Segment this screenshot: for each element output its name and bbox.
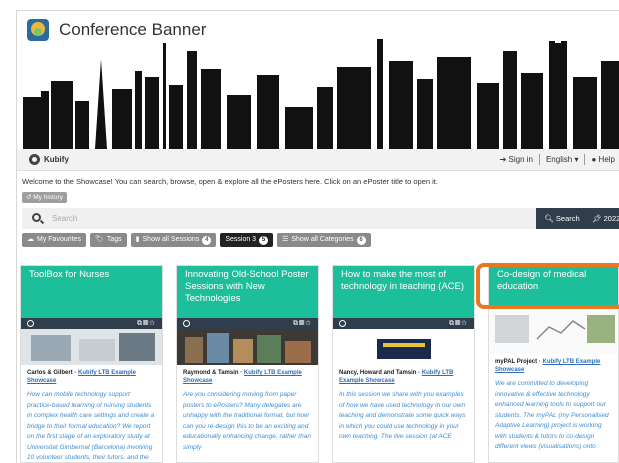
filter-bar: ☁ My Favourites 🏷︎ Tags ▮ Show all Sessions… bbox=[22, 233, 371, 247]
globe-icon[interactable] bbox=[27, 320, 34, 327]
conference-banner: Conference Banner bbox=[17, 11, 619, 149]
author-names: Nancy, Howard and Tamsin bbox=[339, 370, 417, 376]
thumbnail-image bbox=[177, 329, 318, 365]
history-label: My history bbox=[33, 194, 63, 201]
card-authors: Nancy, Howard and Tamsin · Kubify LTB Ex… bbox=[339, 370, 454, 384]
thumbnail-image bbox=[21, 329, 162, 365]
count-badge: 6 bbox=[356, 235, 366, 245]
info-icon: ● bbox=[591, 155, 597, 164]
search-button[interactable]: 🔍︎ Search bbox=[536, 208, 588, 229]
eposter-card: Innovating Old-School Poster Sessions wi… bbox=[176, 265, 319, 463]
card-description: In this session we share with you exampl… bbox=[339, 391, 466, 440]
card-authors: Raymond & Tamsin · Kubify LTB Example Sh… bbox=[183, 370, 302, 384]
my-favourites-button[interactable]: ☁ My Favourites bbox=[22, 233, 86, 247]
card-description: How can mobile technology support practi… bbox=[27, 391, 155, 461]
brand-bar: Kubify ➔ Sign in English ▾ ● Help bbox=[17, 149, 619, 171]
year-dropdown[interactable]: 📌︎ 2022 bbox=[588, 208, 619, 229]
thumbnail-image bbox=[489, 309, 618, 354]
card-description: We are committed to developing innovativ… bbox=[495, 380, 609, 450]
pin-icon: 📌︎ bbox=[592, 214, 602, 223]
welcome-text: Welcome to the Showcase! You can search,… bbox=[22, 177, 438, 186]
card-thumbnail[interactable] bbox=[333, 329, 474, 365]
search-bar: 🔍︎ Search 📌︎ 2022 bbox=[22, 208, 619, 229]
filter-label: Session 3 bbox=[225, 236, 257, 243]
card-actions[interactable]: ⧉▦☆ bbox=[293, 318, 312, 329]
card-description: Are you considering moving from paper po… bbox=[183, 391, 311, 451]
brand-name: Kubify bbox=[44, 155, 69, 164]
filter-label: My Favourites bbox=[37, 236, 81, 243]
conference-logo bbox=[27, 19, 49, 41]
author-names: Raymond & Tamsin bbox=[183, 370, 239, 376]
divider bbox=[538, 154, 540, 165]
year-label: 2022 bbox=[603, 214, 619, 223]
help-label: Help bbox=[598, 155, 615, 164]
card-thumbnail[interactable] bbox=[177, 329, 318, 365]
count-badge: 4 bbox=[202, 235, 212, 245]
card-toolbar: ⧉▦☆ bbox=[177, 318, 318, 329]
eposter-card: How to make the most of technology in te… bbox=[332, 265, 475, 463]
search-input[interactable] bbox=[52, 211, 522, 226]
chevron-down-icon: ▾ bbox=[574, 155, 579, 164]
card-thumbnail[interactable] bbox=[489, 309, 618, 354]
show-all-categories-button[interactable]: ☰ Show all Categories 6 bbox=[277, 233, 371, 247]
globe-icon[interactable] bbox=[339, 320, 346, 327]
divider bbox=[584, 154, 586, 165]
card-authors: myPAL Project · Kubify LTB Example Showc… bbox=[495, 359, 601, 373]
card-title[interactable]: Co-design of medical education bbox=[489, 266, 618, 309]
card-actions[interactable]: ⧉▦☆ bbox=[137, 318, 156, 329]
card-toolbar: ⧉▦☆ bbox=[21, 318, 162, 329]
filter-label: Show all Sessions bbox=[142, 236, 200, 243]
card-title[interactable]: How to make the most of technology in te… bbox=[333, 266, 474, 318]
eposter-card: Co-design of medical education myPAL Pro… bbox=[488, 265, 619, 463]
file-icon: ▮ bbox=[135, 236, 140, 243]
author-names: Carlos & Gilbert bbox=[27, 370, 73, 376]
session-3-button[interactable]: Session 35 bbox=[220, 233, 274, 247]
signin-icon: ➔ bbox=[499, 155, 507, 164]
banner-title: Conference Banner bbox=[59, 20, 207, 39]
tag-icon: 🏷︎ bbox=[94, 236, 104, 243]
signin-label: Sign in bbox=[508, 155, 533, 164]
filter-label: Tags bbox=[106, 236, 122, 243]
card-thumbnail[interactable] bbox=[21, 329, 162, 365]
count-badge: 5 bbox=[259, 235, 269, 245]
card-title[interactable]: ToolBox for Nurses bbox=[21, 266, 162, 318]
eposter-card: ToolBox for Nurses ⧉▦☆ Carlos & Gilbert … bbox=[20, 265, 163, 463]
kubify-logo[interactable]: Kubify bbox=[29, 154, 69, 165]
card-authors: Carlos & Gilbert · Kubify LTB Example Sh… bbox=[27, 370, 136, 384]
thumbnail-image bbox=[333, 329, 474, 365]
my-history-button[interactable]: ↺ My history bbox=[22, 192, 67, 203]
top-nav: ➔ Sign in English ▾ ● Help bbox=[500, 154, 615, 165]
language-dropdown[interactable]: English ▾ bbox=[546, 155, 579, 164]
show-all-sessions-button[interactable]: ▮ Show all Sessions 4 bbox=[130, 233, 217, 247]
card-actions[interactable]: ⧉▦☆ bbox=[449, 318, 468, 329]
tags-button[interactable]: 🏷︎ Tags bbox=[89, 233, 127, 247]
cloud-icon: ☁ bbox=[27, 236, 34, 243]
help-link[interactable]: ● Help bbox=[591, 155, 615, 164]
card-toolbar: ⧉▦☆ bbox=[333, 318, 474, 329]
signin-link[interactable]: ➔ Sign in bbox=[500, 155, 533, 164]
search-icon: 🔍︎ bbox=[544, 214, 554, 223]
history-icon: ↺ bbox=[26, 194, 32, 201]
author-names: myPAL Project bbox=[495, 359, 538, 365]
search-icon bbox=[32, 213, 41, 222]
language-label: English bbox=[545, 155, 573, 164]
list-icon: ☰ bbox=[282, 236, 289, 243]
filter-label: Show all Categories bbox=[291, 236, 354, 243]
card-title[interactable]: Innovating Old-School Poster Sessions wi… bbox=[177, 266, 318, 318]
kubify-icon bbox=[29, 154, 40, 165]
search-button-label: Search bbox=[555, 214, 580, 223]
globe-icon[interactable] bbox=[183, 320, 190, 327]
